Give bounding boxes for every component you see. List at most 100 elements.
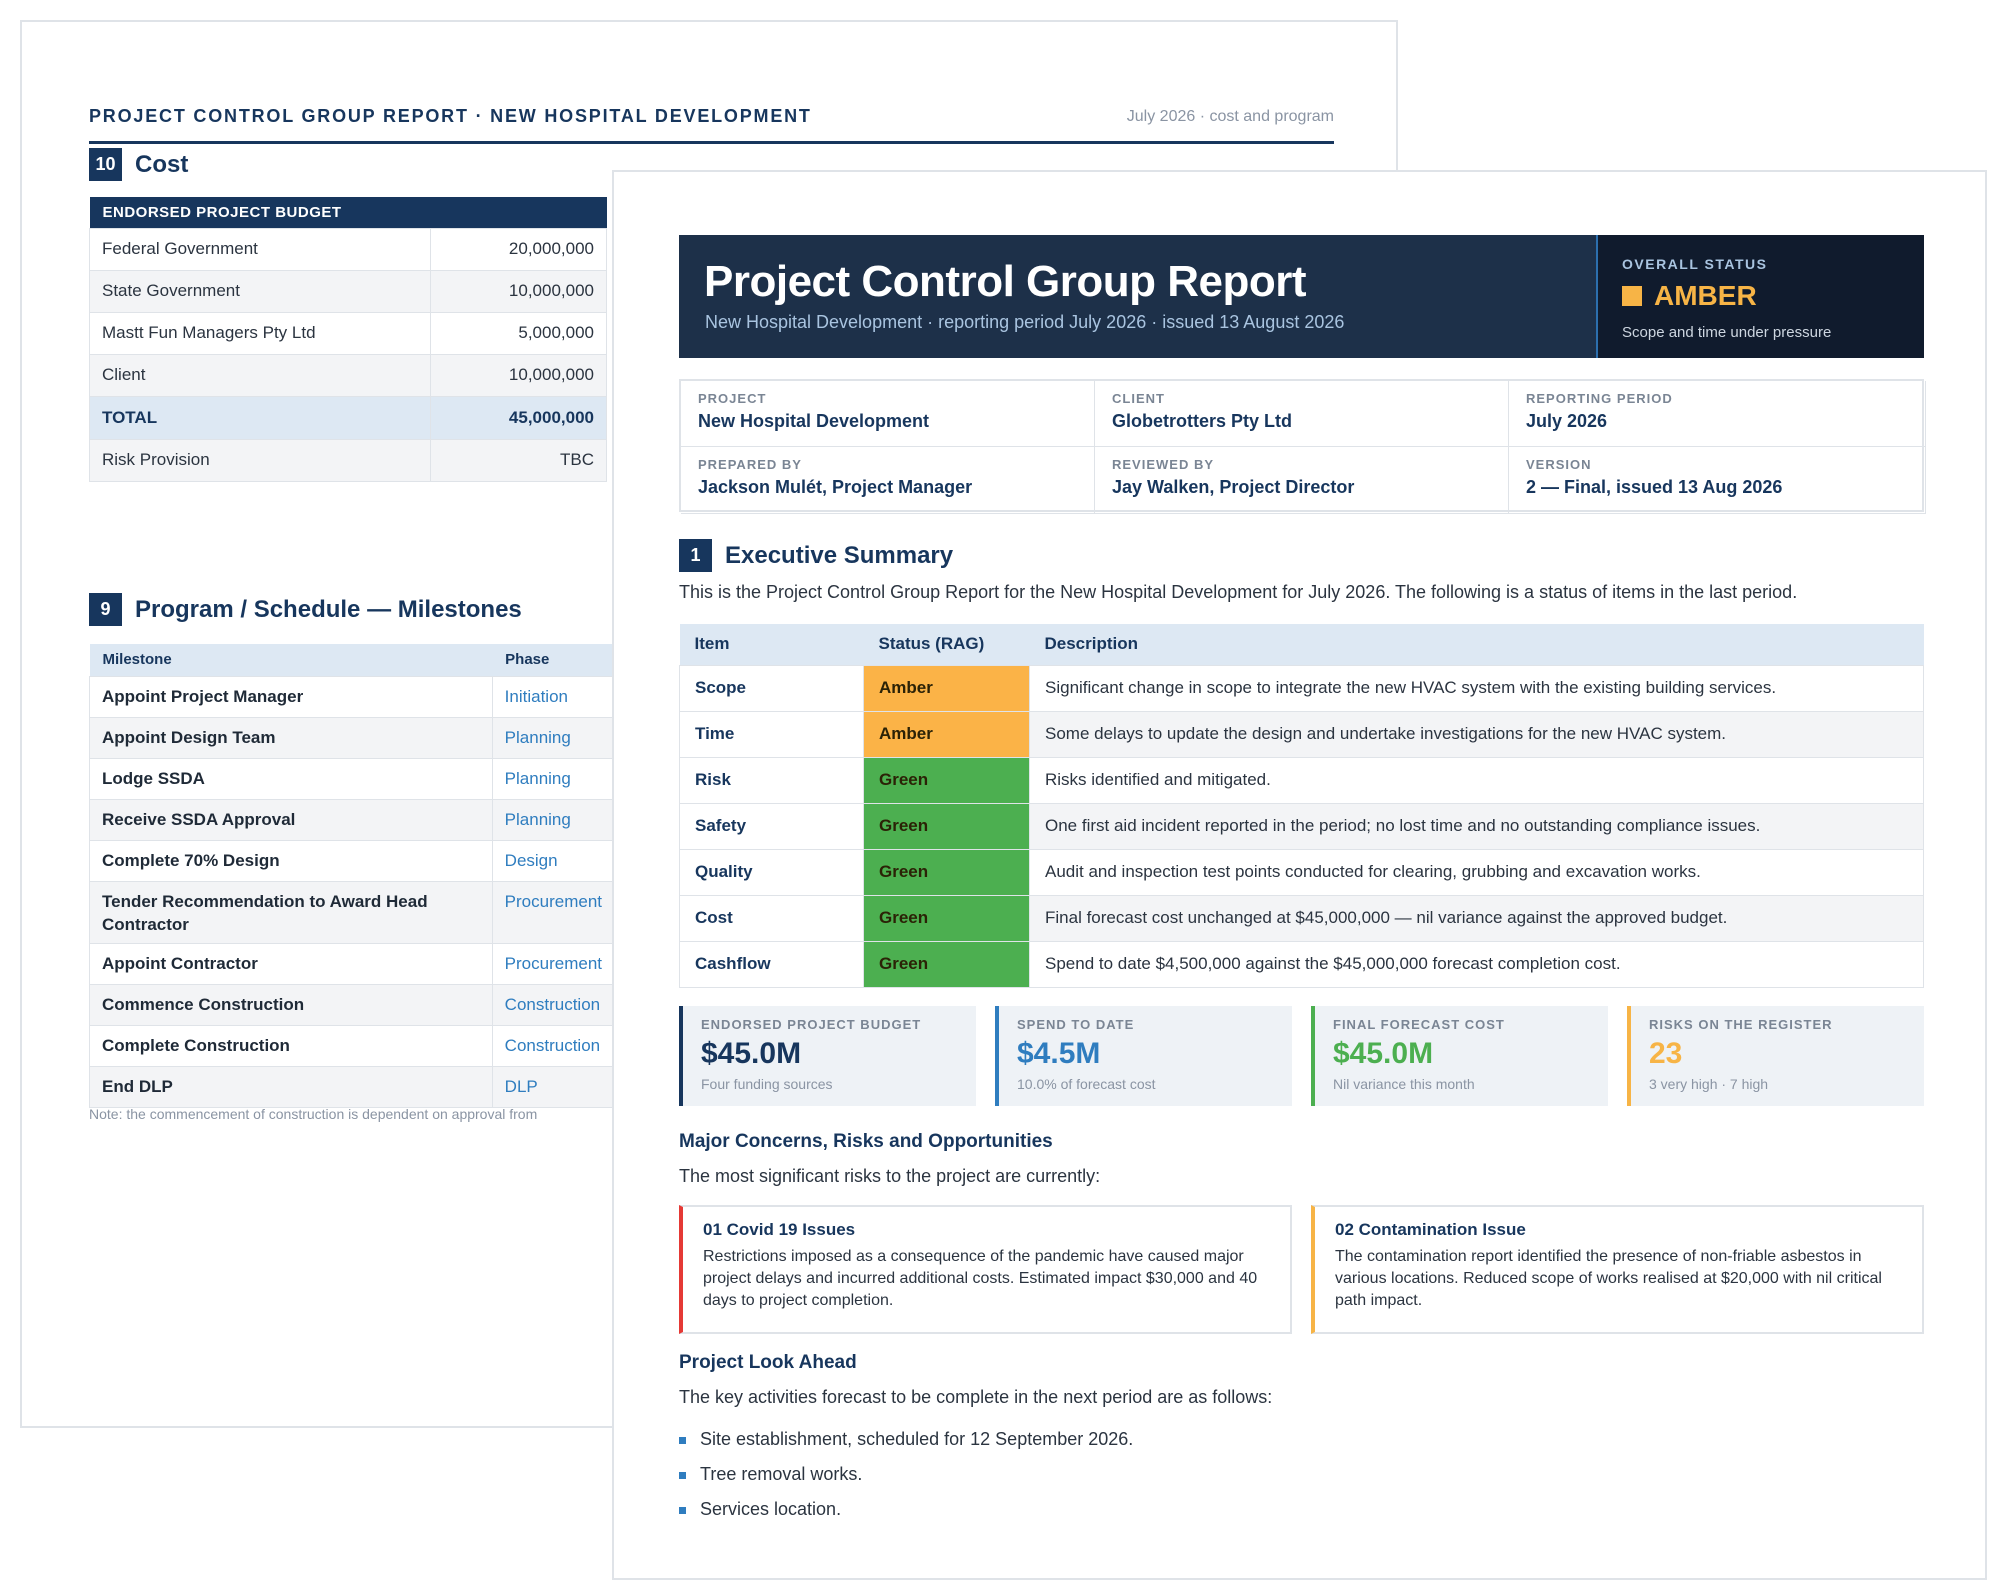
list-item: Services location. [679,1492,1924,1527]
cost-section-heading: 10 Cost [89,148,188,181]
table-row: Scope Amber Significant change in scope to… [679,664,1924,712]
kpi-value: $45.0M [701,1037,802,1070]
meta-value: 2 — Final, issued 13 Aug 2026 [1526,477,1783,497]
table-row: Mastt Fun Managers Pty Ltd 5,000,000 [89,311,607,355]
kpi-value: $45.0M [1333,1037,1434,1070]
kpi-card-risks: RISKS ON THE REGISTER 23 3 very high · 7 h… [1627,1006,1924,1106]
table-row: Cashflow Green Spend to date $4,500,000 ag… [679,940,1924,988]
rag-item: Safety [679,802,864,850]
meta-value: Globetrotters Pty Ltd [1112,411,1293,431]
table-row: Cost Green Final forecast cost unchanged a… [679,894,1924,942]
meta-cell: REPORTING PERIOD July 2026 [1509,381,1926,447]
budget-value: 45,000,000 [430,395,607,440]
kpi-card-budget: ENDORSED PROJECT BUDGET $45.0M Four fundin… [679,1006,976,1106]
kpi-note: 3 very high · 7 high [1649,1076,1769,1092]
kpi-label: SPEND TO DATE [1017,1017,1135,1032]
kpi-label: FINAL FORECAST COST [1333,1017,1505,1032]
meta-value: Jay Walken, Project Director [1112,477,1355,497]
look-ahead-list: Site establishment, scheduled for 12 Sep… [679,1422,1924,1527]
table-row: Client 10,000,000 [89,353,607,397]
milestone-name: Complete Construction [89,1024,493,1067]
report-subtitle: New Hospital Development · reporting per… [705,312,1345,332]
table-row: Complete Construction Construction [89,1024,616,1067]
milestone-phase: Planning [491,798,616,841]
risks-intro: The most significant risks to the projec… [679,1166,1101,1186]
front-page: Project Control Group Report New Hospita… [612,170,1987,1580]
budget-label: State Government [89,269,431,313]
total-row: TOTAL 45,000,000 [89,395,607,440]
rag-item: Cashflow [679,940,864,988]
table-row: Risk Provision TBC [89,438,607,482]
risks-heading: Major Concerns, Risks and Opportunities [679,1131,1053,1152]
milestone-phase: Initiation [491,675,616,718]
back-page-header: PROJECT CONTROL GROUP REPORT · NEW HOSPI… [89,86,1334,144]
milestone-phase: Construction [491,1024,616,1067]
table-row: Tender Recommendation to Award Head Cont… [89,880,616,944]
meta-value: New Hospital Development [698,411,930,431]
back-header-title: PROJECT CONTROL GROUP REPORT · NEW HOSPI… [89,106,812,126]
milestone-phase: Planning [491,716,616,759]
milestone-name: Appoint Design Team [89,716,493,759]
milestone-name: Appoint Contractor [89,942,493,985]
rag-status-cell: Green [863,802,1030,850]
milestone-phase: Procurement [491,942,616,985]
kpi-cards: ENDORSED PROJECT BUDGET $45.0M Four fundin… [679,1006,1924,1106]
kpi-note: 10.0% of forecast cost [1017,1076,1156,1092]
exec-summary-intro: This is the Project Control Group Report… [679,582,1798,602]
rag-item: Quality [679,848,864,896]
report-meta-grid: PROJECT New Hospital Development CLIENT Gl… [679,379,1926,514]
status-note: Scope and time under pressure [1622,324,1832,341]
table-row: Appoint Project Manager Initiation [89,675,616,718]
kpi-card-forecast: FINAL FORECAST COST $45.0M Nil variance th… [1311,1006,1608,1106]
budget-label: Risk Provision [89,438,431,482]
milestone-phase: Planning [491,757,616,800]
meta-cell: REVIEWED BY Jay Walken, Project Director [1095,447,1509,514]
rag-status-cell: Green [863,940,1030,988]
risk-title: 02 Contamination Issue [1335,1220,1526,1239]
meta-label: CLIENT [1112,391,1165,406]
milestone-name: Lodge SSDA [89,757,493,800]
exec-summary-heading: 1 Executive Summary [679,539,1924,572]
section-title: Program / Schedule — Milestones [135,595,522,623]
kpi-value: 23 [1649,1037,1683,1070]
table-row: Complete 70% Design Design [89,839,616,882]
risk-text: Restrictions imposed as a consequence of… [703,1248,1258,1309]
budget-label: Mastt Fun Managers Pty Ltd [89,311,431,355]
section-number: 1 [679,539,712,572]
milestone-name: Commence Construction [89,983,493,1026]
overall-status-box: OVERALL STATUS AMBER Scope and time unde… [1596,235,1924,358]
meta-cell: PREPARED BY Jackson Mulét, Project Manage… [681,447,1095,514]
rag-status-cell: Amber [863,664,1030,712]
meta-value: July 2026 [1526,411,1608,431]
meta-cell: VERSION 2 — Final, issued 13 Aug 2026 [1509,447,1926,514]
table-row: Safety Green One first aid incident report… [679,802,1924,850]
rag-description: Spend to date $4,500,000 against the $45… [1029,940,1924,988]
kpi-note: Four funding sources [701,1076,833,1092]
meta-label: VERSION [1526,457,1592,472]
milestone-phase: DLP [491,1065,616,1108]
table-row: Federal Government 20,000,000 [89,227,607,271]
report-banner: Project Control Group Report New Hospita… [679,235,1924,358]
look-ahead-heading: Project Look Ahead [679,1352,857,1373]
status-label: OVERALL STATUS [1622,256,1768,272]
milestone-phase: Procurement [491,880,616,944]
rag-item: Time [679,710,864,758]
table-row: Appoint Design Team Planning [89,716,616,759]
meta-label: PREPARED BY [698,457,802,472]
section-number: 10 [89,148,122,181]
rag-description: Some delays to update the design and und… [1029,710,1924,758]
milestones-table: Milestone Phase Appoint Project Manager I… [89,644,616,1108]
table-row: Risk Green Risks identified and mitigated. [679,756,1924,804]
col-header-milestone: Milestone [89,644,493,676]
list-item: Site establishment, scheduled for 12 Sep… [679,1422,1924,1457]
program-section-heading: 9 Program / Schedule — Milestones [89,593,522,626]
budget-value: 10,000,000 [430,269,607,313]
rag-description: Significant change in scope to integrate… [1029,664,1924,712]
meta-label: PROJECT [698,391,767,406]
meta-cell: CLIENT Globetrotters Pty Ltd [1095,381,1509,447]
rag-status-cell: Amber [863,710,1030,758]
table-row: Receive SSDA Approval Planning [89,798,616,841]
budget-value: 5,000,000 [430,311,607,355]
milestone-phase: Construction [491,983,616,1026]
status-value: AMBER [1622,280,1757,312]
